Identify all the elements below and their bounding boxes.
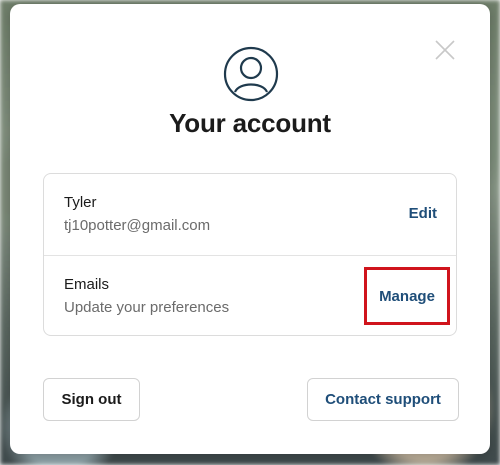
account-email: tj10potter@gmail.com [64, 217, 211, 234]
account-dialog: Your account Tyler tj10potter@gmail.com … [10, 4, 490, 454]
emails-label: Emails [64, 276, 110, 293]
user-circle-icon [223, 46, 279, 102]
account-card: Tyler tj10potter@gmail.com Edit Emails U… [43, 173, 457, 336]
dialog-title: Your account [169, 108, 331, 138]
edit-button[interactable]: Edit [409, 205, 437, 222]
contact-support-button[interactable]: Contact support [307, 378, 459, 421]
emails-description: Update your preferences [64, 299, 230, 316]
sign-out-button[interactable]: Sign out [43, 378, 140, 421]
close-icon[interactable] [433, 38, 457, 62]
manage-highlight-box: Manage [364, 267, 450, 325]
emails-row: Emails Update your preferences Manage [44, 256, 456, 337]
manage-button[interactable]: Manage [367, 270, 447, 322]
account-name: Tyler [64, 194, 97, 211]
account-row: Tyler tj10potter@gmail.com Edit [44, 174, 456, 256]
